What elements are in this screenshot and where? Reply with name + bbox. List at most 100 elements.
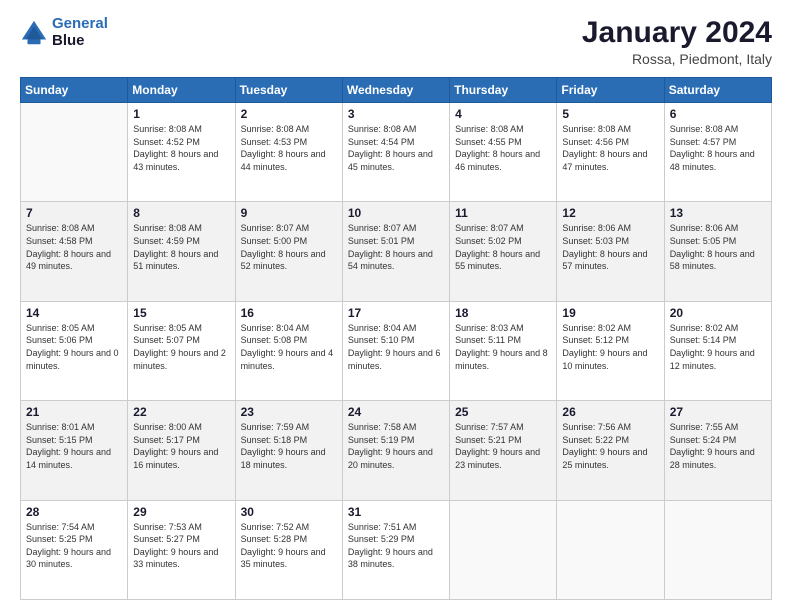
title-block: January 2024 Rossa, Piedmont, Italy [582,16,772,67]
calendar-day-cell: 29 Sunrise: 7:53 AMSunset: 5:27 PMDayligh… [128,500,235,599]
day-number: 22 [133,405,229,419]
calendar-day-cell: 16 Sunrise: 8:04 AMSunset: 5:08 PMDayligh… [235,301,342,400]
day-info: Sunrise: 8:08 AMSunset: 4:55 PMDaylight:… [455,123,551,173]
day-info: Sunrise: 7:55 AMSunset: 5:24 PMDaylight:… [670,421,766,471]
day-info: Sunrise: 8:05 AMSunset: 5:06 PMDaylight:… [26,322,122,372]
day-info: Sunrise: 8:02 AMSunset: 5:12 PMDaylight:… [562,322,658,372]
calendar-day-cell: 26 Sunrise: 7:56 AMSunset: 5:22 PMDayligh… [557,401,664,500]
day-info: Sunrise: 8:05 AMSunset: 5:07 PMDaylight:… [133,322,229,372]
calendar-day-cell [21,103,128,202]
calendar-day-cell: 13Sunrise: 8:06 AMSunset: 5:05 PMDayligh… [664,202,771,301]
day-number: 25 [455,405,551,419]
day-number: 6 [670,107,766,121]
calendar-day-cell: 20Sunrise: 8:02 AMSunset: 5:14 PMDayligh… [664,301,771,400]
calendar-day-cell: 14 Sunrise: 8:05 AMSunset: 5:06 PMDayligh… [21,301,128,400]
day-info: Sunrise: 8:07 AMSunset: 5:01 PMDaylight:… [348,222,444,272]
calendar-day-cell [450,500,557,599]
calendar-day-cell: 28Sunrise: 7:54 AMSunset: 5:25 PMDayligh… [21,500,128,599]
calendar-week-row: 7Sunrise: 8:08 AMSunset: 4:58 PMDaylight… [21,202,772,301]
day-number: 2 [241,107,337,121]
calendar-week-row: 21 Sunrise: 8:01 AMSunset: 5:15 PMDayligh… [21,401,772,500]
day-info: Sunrise: 8:04 AMSunset: 5:08 PMDaylight:… [241,322,337,372]
calendar-day-cell: 6 Sunrise: 8:08 AMSunset: 4:57 PMDaylight… [664,103,771,202]
main-title: January 2024 [582,16,772,49]
logo-line1: General [52,15,108,32]
day-number: 10 [348,206,444,220]
calendar-week-row: 14 Sunrise: 8:05 AMSunset: 5:06 PMDayligh… [21,301,772,400]
calendar-day-cell: 31 Sunrise: 7:51 AMSunset: 5:29 PMDayligh… [342,500,449,599]
day-info: Sunrise: 7:56 AMSunset: 5:22 PMDaylight:… [562,421,658,471]
logo-icon [20,19,48,47]
day-number: 26 [562,405,658,419]
calendar-header-row: SundayMondayTuesdayWednesdayThursdayFrid… [21,78,772,103]
calendar-day-header: Sunday [21,78,128,103]
calendar-day-cell: 2 Sunrise: 8:08 AMSunset: 4:53 PMDaylight… [235,103,342,202]
day-number: 23 [241,405,337,419]
calendar-day-header: Thursday [450,78,557,103]
day-number: 28 [26,505,122,519]
day-info: Sunrise: 7:59 AMSunset: 5:18 PMDaylight:… [241,421,337,471]
logo-text: General Blue [52,16,108,49]
calendar-week-row: 28Sunrise: 7:54 AMSunset: 5:25 PMDayligh… [21,500,772,599]
page: General Blue January 2024 Rossa, Piedmon… [0,0,792,612]
calendar-day-header: Monday [128,78,235,103]
day-info: Sunrise: 8:04 AMSunset: 5:10 PMDaylight:… [348,322,444,372]
calendar-day-header: Tuesday [235,78,342,103]
day-info: Sunrise: 7:52 AMSunset: 5:28 PMDaylight:… [241,521,337,571]
day-info: Sunrise: 8:01 AMSunset: 5:15 PMDaylight:… [26,421,122,471]
logo-line2: Blue [52,33,108,50]
calendar-day-cell [664,500,771,599]
day-number: 17 [348,306,444,320]
day-info: Sunrise: 8:06 AMSunset: 5:05 PMDaylight:… [670,222,766,272]
header: General Blue January 2024 Rossa, Piedmon… [20,16,772,67]
calendar-day-cell: 22 Sunrise: 8:00 AMSunset: 5:17 PMDayligh… [128,401,235,500]
day-number: 4 [455,107,551,121]
day-number: 11 [455,206,551,220]
subtitle: Rossa, Piedmont, Italy [582,51,772,67]
day-info: Sunrise: 8:06 AMSunset: 5:03 PMDaylight:… [562,222,658,272]
day-number: 30 [241,505,337,519]
calendar-day-cell: 19 Sunrise: 8:02 AMSunset: 5:12 PMDayligh… [557,301,664,400]
day-info: Sunrise: 8:08 AMSunset: 4:57 PMDaylight:… [670,123,766,173]
day-info: Sunrise: 8:00 AMSunset: 5:17 PMDaylight:… [133,421,229,471]
calendar-day-cell: 1 Sunrise: 8:08 AMSunset: 4:52 PMDaylight… [128,103,235,202]
day-number: 14 [26,306,122,320]
calendar-day-cell: 23 Sunrise: 7:59 AMSunset: 5:18 PMDayligh… [235,401,342,500]
day-number: 3 [348,107,444,121]
calendar-day-cell: 8 Sunrise: 8:08 AMSunset: 4:59 PMDaylight… [128,202,235,301]
calendar-day-cell: 24 Sunrise: 7:58 AMSunset: 5:19 PMDayligh… [342,401,449,500]
day-number: 12 [562,206,658,220]
day-info: Sunrise: 7:58 AMSunset: 5:19 PMDaylight:… [348,421,444,471]
day-number: 8 [133,206,229,220]
day-info: Sunrise: 8:08 AMSunset: 4:54 PMDaylight:… [348,123,444,173]
day-info: Sunrise: 7:51 AMSunset: 5:29 PMDaylight:… [348,521,444,571]
day-number: 20 [670,306,766,320]
day-number: 21 [26,405,122,419]
day-info: Sunrise: 8:08 AMSunset: 4:53 PMDaylight:… [241,123,337,173]
calendar-day-header: Wednesday [342,78,449,103]
calendar-day-cell: 5 Sunrise: 8:08 AMSunset: 4:56 PMDaylight… [557,103,664,202]
day-info: Sunrise: 8:08 AMSunset: 4:52 PMDaylight:… [133,123,229,173]
day-number: 7 [26,206,122,220]
day-number: 5 [562,107,658,121]
day-info: Sunrise: 8:03 AMSunset: 5:11 PMDaylight:… [455,322,551,372]
logo: General Blue [20,16,108,49]
day-info: Sunrise: 7:53 AMSunset: 5:27 PMDaylight:… [133,521,229,571]
day-number: 29 [133,505,229,519]
day-info: Sunrise: 8:07 AMSunset: 5:00 PMDaylight:… [241,222,337,272]
calendar-day-header: Friday [557,78,664,103]
day-info: Sunrise: 8:08 AMSunset: 4:56 PMDaylight:… [562,123,658,173]
day-number: 31 [348,505,444,519]
day-number: 9 [241,206,337,220]
day-number: 19 [562,306,658,320]
calendar-day-cell: 18Sunrise: 8:03 AMSunset: 5:11 PMDayligh… [450,301,557,400]
day-info: Sunrise: 8:08 AMSunset: 4:59 PMDaylight:… [133,222,229,272]
day-number: 1 [133,107,229,121]
day-info: Sunrise: 7:57 AMSunset: 5:21 PMDaylight:… [455,421,551,471]
calendar-table: SundayMondayTuesdayWednesdayThursdayFrid… [20,77,772,600]
day-number: 16 [241,306,337,320]
day-number: 24 [348,405,444,419]
calendar-day-cell: 10 Sunrise: 8:07 AMSunset: 5:01 PMDayligh… [342,202,449,301]
day-number: 15 [133,306,229,320]
calendar-day-cell: 7Sunrise: 8:08 AMSunset: 4:58 PMDaylight… [21,202,128,301]
